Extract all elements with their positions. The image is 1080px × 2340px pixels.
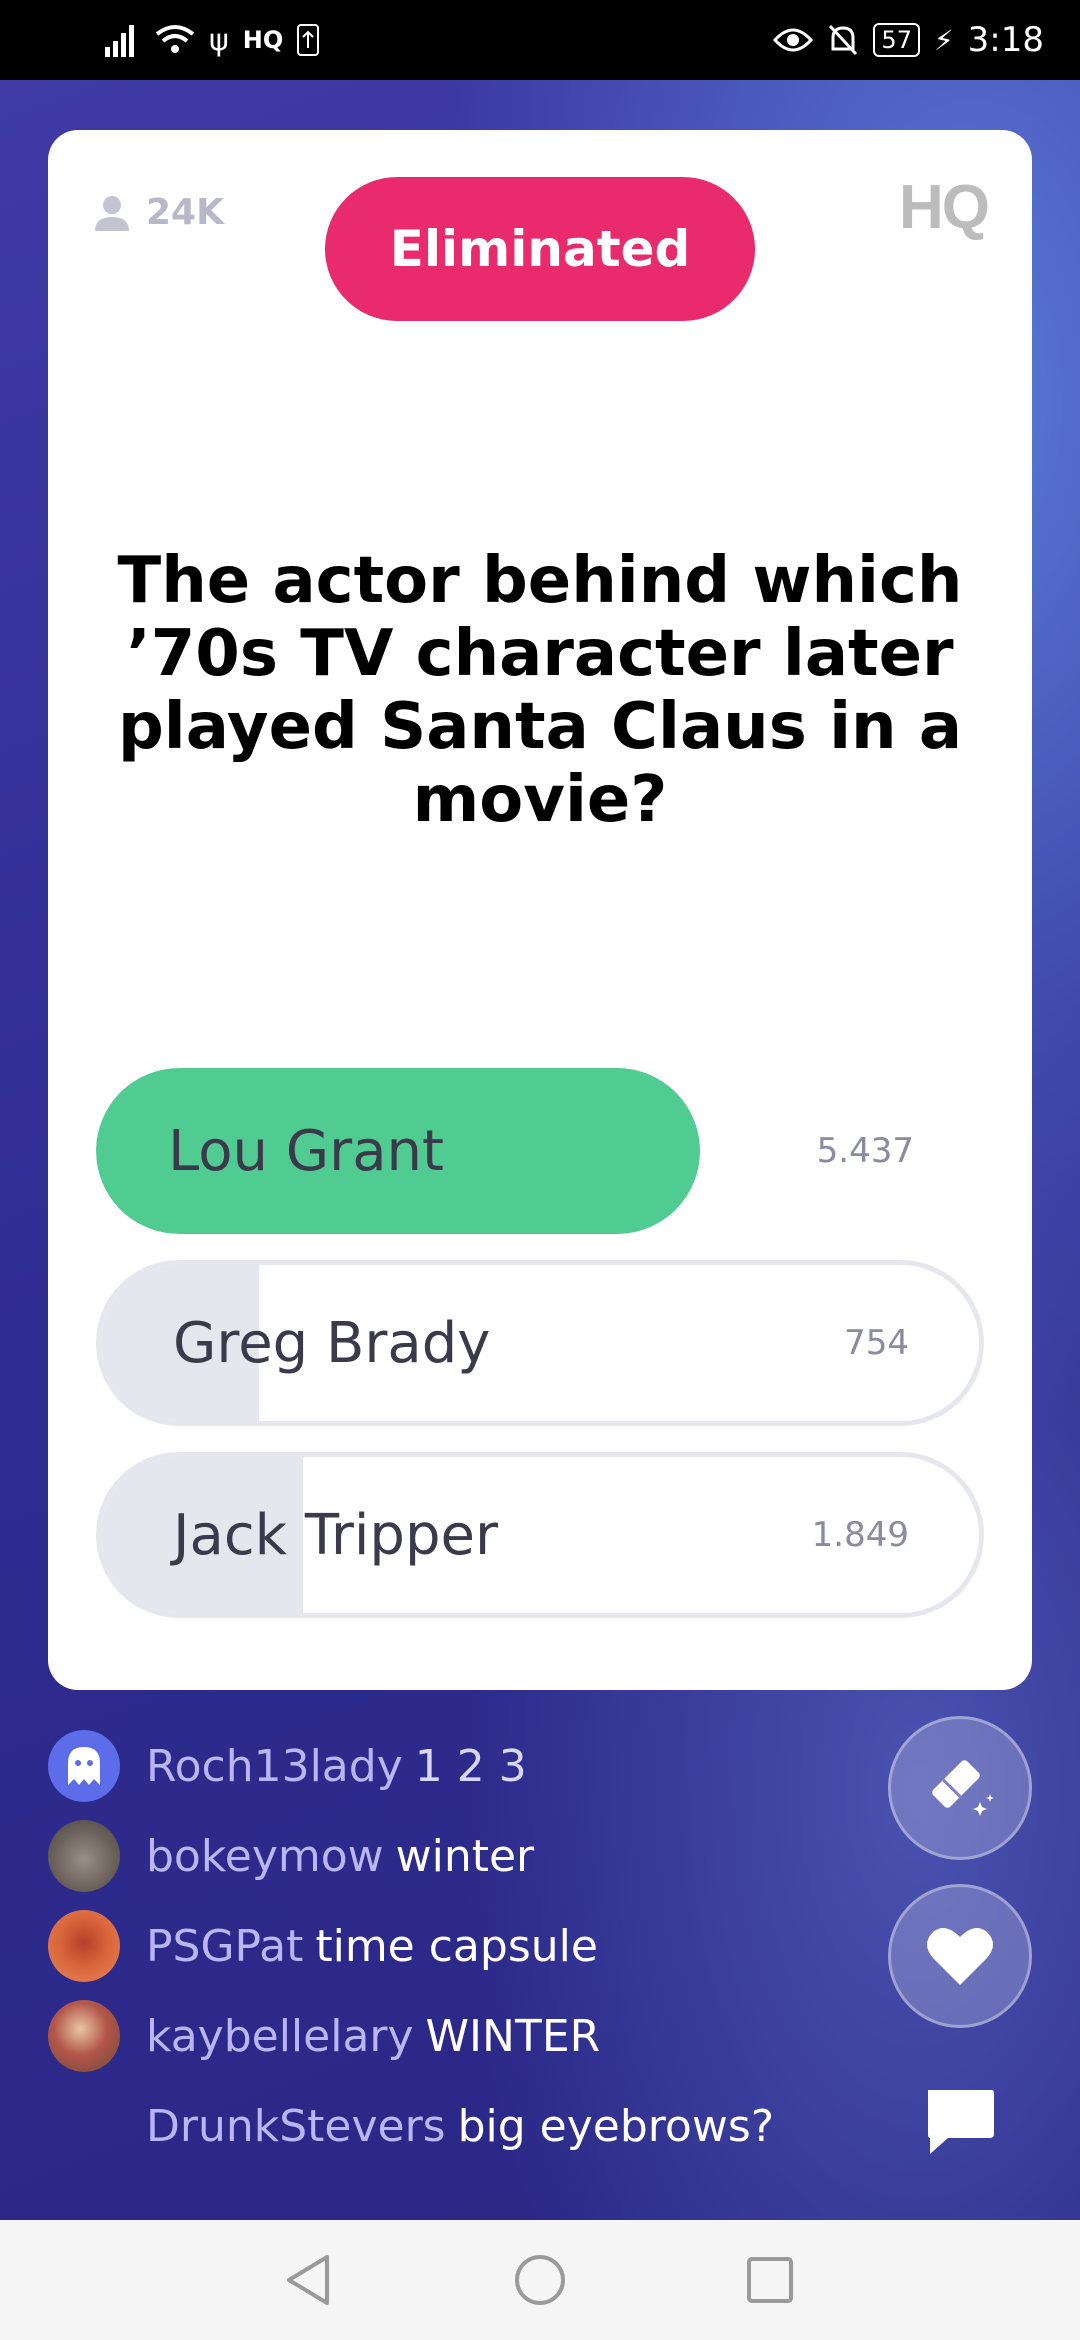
back-button[interactable] xyxy=(278,2250,338,2310)
chat-username: Roch13lady xyxy=(146,1740,403,1792)
chat-icon xyxy=(928,2090,994,2154)
chat-username: PSGPat xyxy=(146,1920,304,1972)
ghost-avatar xyxy=(48,1730,120,1802)
chat-message: kaybellelary WINTER xyxy=(48,2000,600,2072)
status-right: 57 ⚡ 3:18 xyxy=(773,16,1044,64)
viewer-count: 24K xyxy=(92,192,224,233)
status-bar: ψ HQ 57 ⚡ 3:18 xyxy=(0,0,1080,80)
answer-count: 1.849 xyxy=(811,1515,909,1555)
dog-avatar-orange xyxy=(48,1910,120,1982)
battery-indicator: 57 xyxy=(873,23,920,57)
answer-label: Lou Grant xyxy=(168,1118,444,1184)
dog-avatar xyxy=(48,1820,120,1892)
network-label: HQ xyxy=(242,26,284,54)
viewer-count-label: 24K xyxy=(146,192,224,233)
answer-option-1[interactable]: Lou Grant 5.437 xyxy=(96,1068,984,1234)
upload-icon xyxy=(297,24,320,56)
recents-button[interactable] xyxy=(740,2250,800,2310)
answer-option-3[interactable]: Jack Tripper 1.849 xyxy=(96,1452,984,1618)
wifi-icon xyxy=(155,25,195,53)
hq-logo: HQ xyxy=(899,173,990,242)
clock: 3:18 xyxy=(967,20,1044,60)
question-card: 24K Eliminated HQ The actor behind which… xyxy=(48,130,1032,1690)
recents-icon xyxy=(747,2257,793,2303)
chat-message: bokeymow winter xyxy=(48,1820,534,1892)
people-avatar xyxy=(48,2000,120,2072)
person-icon xyxy=(95,195,129,231)
chat-text: time capsule xyxy=(315,1920,598,1972)
charging-icon: ⚡ xyxy=(933,23,954,57)
no-avatar xyxy=(48,2090,120,2162)
answer-count: 5.437 xyxy=(816,1131,914,1171)
status-badge: Eliminated xyxy=(325,177,755,321)
chat-username: kaybellelary xyxy=(146,2010,414,2062)
chat-username: bokeymow xyxy=(146,1830,384,1882)
chat-text: big eyebrows? xyxy=(457,2100,775,2152)
chat-message: PSGPat time capsule xyxy=(48,1910,598,1982)
chat-message: Roch13lady 1 2 3 xyxy=(48,1730,527,1802)
answer-label: Greg Brady xyxy=(173,1310,491,1376)
chat-text: winter xyxy=(395,1830,535,1882)
chat-username: DrunkStevers xyxy=(146,2100,446,2152)
home-button[interactable] xyxy=(510,2250,570,2310)
chat-button[interactable] xyxy=(924,2086,996,2158)
answer-label: Jack Tripper xyxy=(173,1502,498,1568)
eraser-button[interactable] xyxy=(888,1716,1032,1860)
signal-icon xyxy=(105,25,134,57)
eraser-icon xyxy=(932,1760,994,1816)
chat-message: DrunkStevers big eyebrows? xyxy=(48,2090,774,2162)
home-icon xyxy=(515,2255,565,2305)
navigation-bar xyxy=(0,2220,1080,2340)
question-text: The actor behind which ’70s TV character… xyxy=(117,544,963,837)
status-left: ψ HQ xyxy=(105,18,320,62)
chat-text: 1 2 3 xyxy=(414,1740,527,1792)
answer-option-2[interactable]: Greg Brady 754 xyxy=(96,1260,984,1426)
back-icon xyxy=(287,2255,329,2305)
ghost-icon xyxy=(68,1747,100,1785)
answer-count: 754 xyxy=(844,1323,909,1363)
heart-button[interactable] xyxy=(888,1884,1032,2028)
heart-icon xyxy=(927,1928,993,1985)
eye-icon xyxy=(773,28,814,52)
usb-icon: ψ xyxy=(209,22,229,58)
bell-off-icon xyxy=(829,24,858,56)
chat-text: WINTER xyxy=(425,2010,601,2062)
